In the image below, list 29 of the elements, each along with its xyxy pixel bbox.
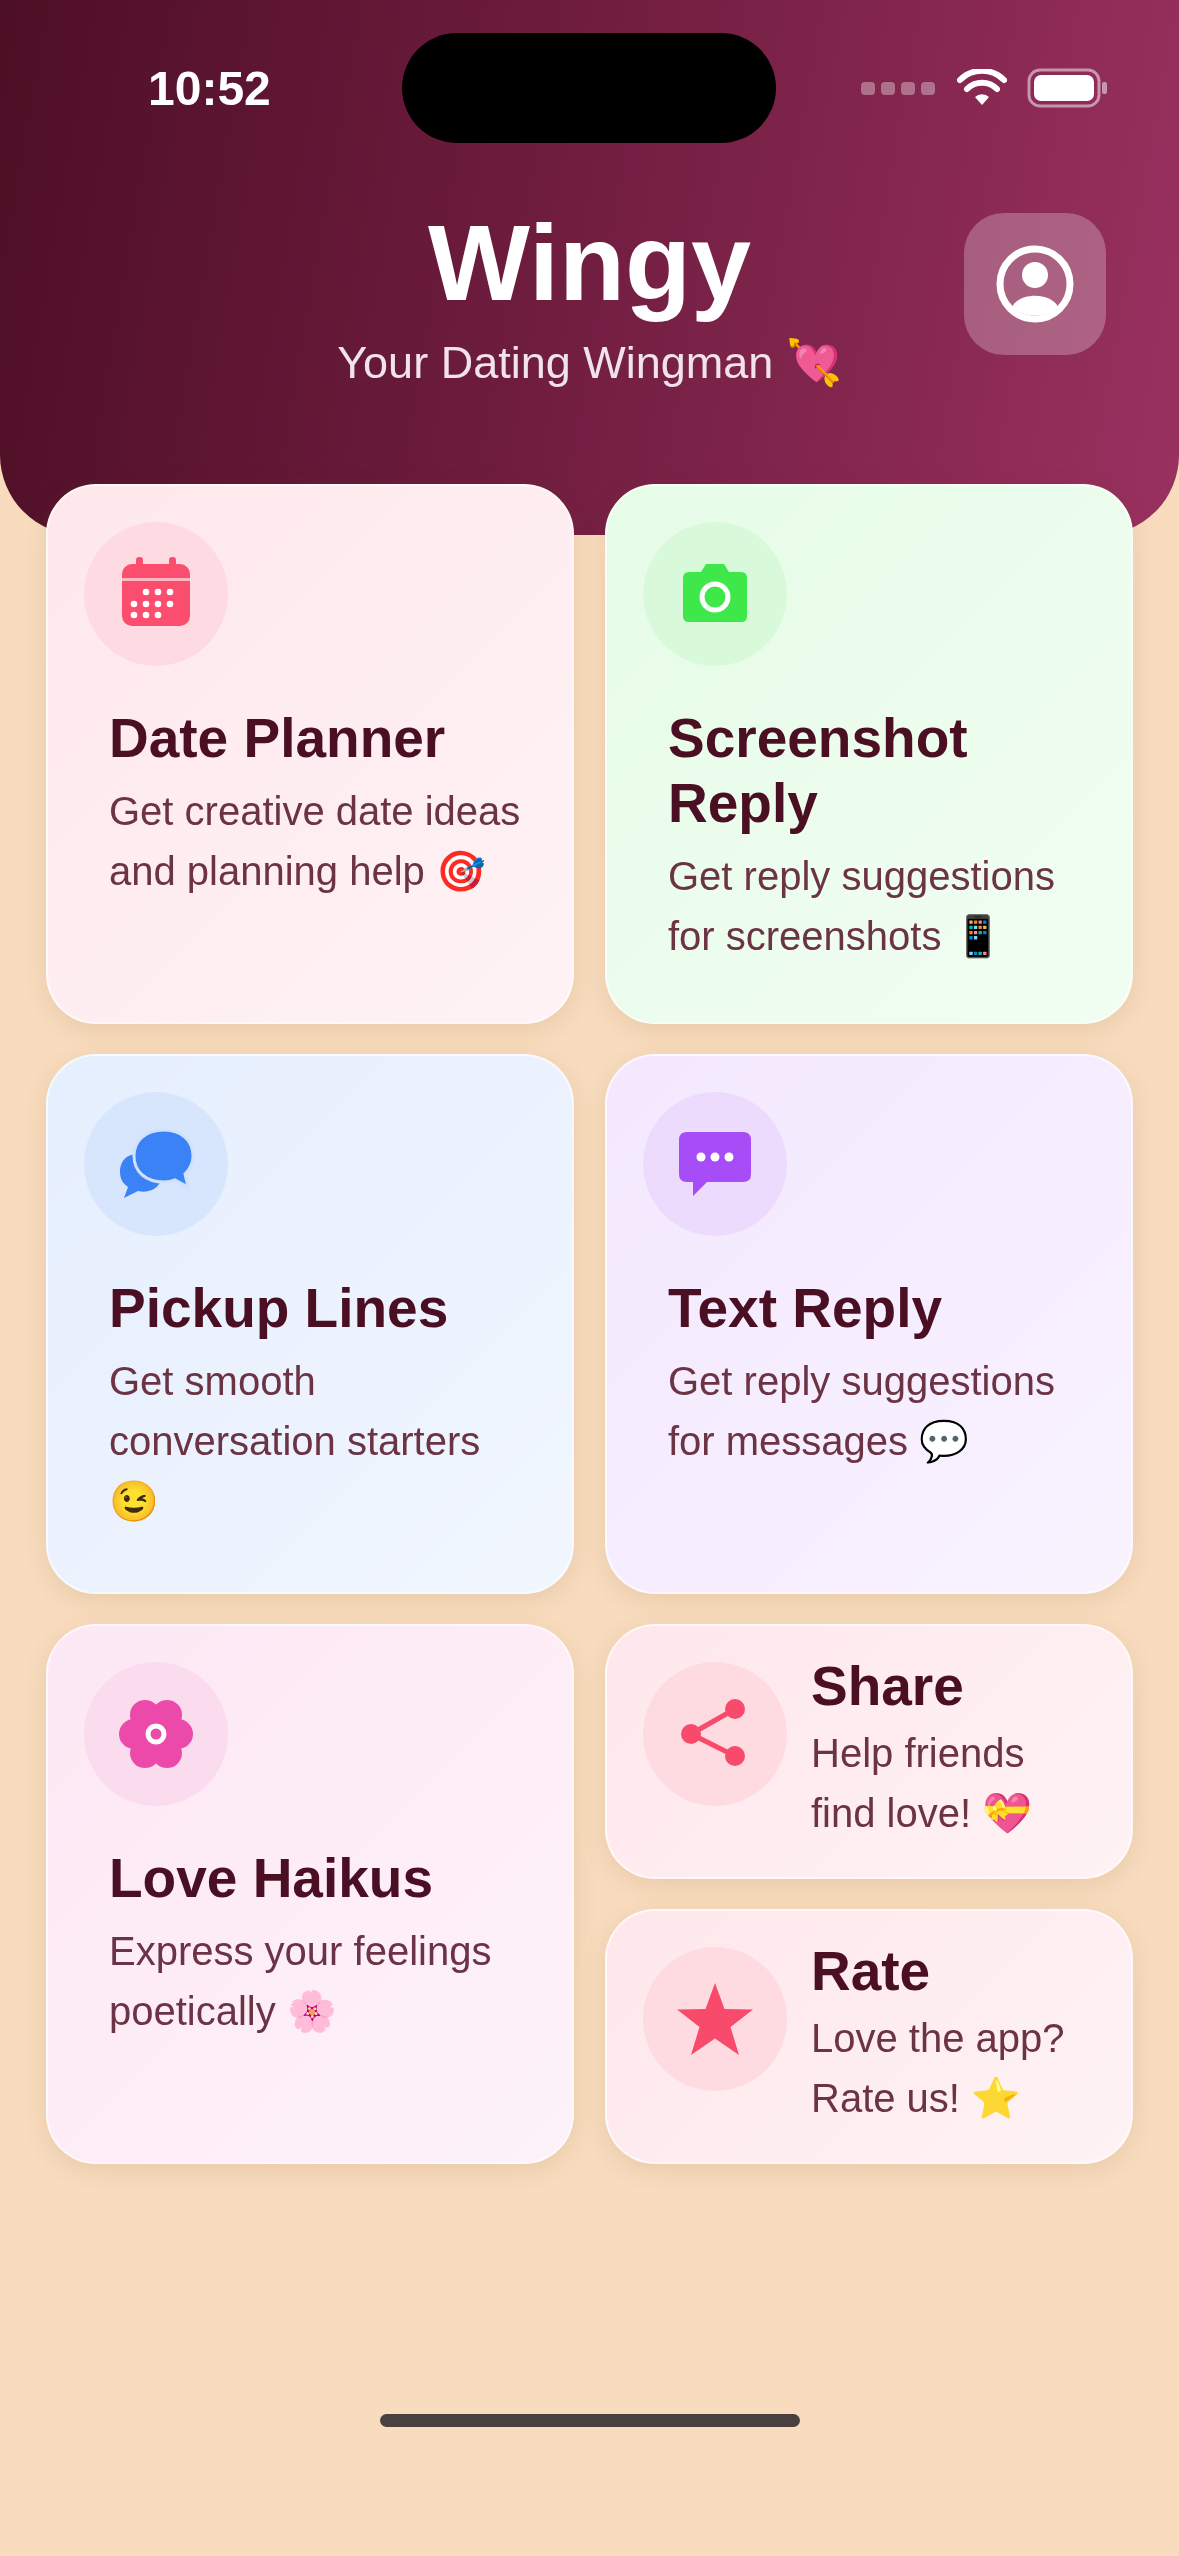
card-title: Rate (811, 1939, 932, 2004)
feature-card[interactable]: Date Planner Get creative date ideas and planning help 🎯 (46, 484, 574, 1024)
feature-card[interactable]: Pickup Lines Get smooth conversation starters 😉 (46, 1054, 574, 1594)
card-description: Get reply suggestions for messages 💬 (668, 1357, 1056, 1466)
card-title: Pickup Lines (109, 1276, 450, 1341)
feature-card[interactable]: Rate Love the app? Rate us! ⭐ (605, 1909, 1133, 2164)
card-title: Love Haikus (109, 1846, 434, 1911)
profile-icon (995, 244, 1075, 324)
feature-card[interactable]: Text Reply Get reply suggestions for messages 💬 (605, 1054, 1133, 1594)
signal-icon (861, 80, 937, 96)
card-description: Get creative date ideas and planning help 🎯 (109, 787, 522, 895)
feature-card[interactable]: Love Haikus Express your feelings poetically 🌸 (46, 1624, 574, 2164)
status-time: 10:52 (148, 60, 271, 116)
app-title: Wingy (428, 201, 751, 325)
profile-button[interactable] (964, 213, 1106, 355)
card-title: Share (811, 1654, 965, 1719)
card-title: Text Reply (668, 1276, 944, 1341)
card-description: Express your feelings poetically 🌸 (109, 1927, 493, 2035)
app-subtitle: Your Dating Wingman 💘 (337, 335, 842, 389)
wifi-icon (957, 69, 1007, 107)
feature-card[interactable]: Screenshot Reply Get reply suggestions for screenshots 📱 (605, 484, 1133, 1024)
card-description: Get reply suggestions for screenshots 📱 (668, 852, 1056, 961)
card-description: Love the app? Rate us! ⭐ (811, 2014, 1066, 2122)
battery-icon (1027, 68, 1109, 108)
card-title: Screenshot Reply (668, 706, 969, 836)
card-description: Get smooth conversation starters 😉 (109, 1357, 482, 1525)
card-description: Help friends find love! 💝 (811, 1729, 1034, 1837)
feature-card[interactable]: Share Help friends find love! 💝 (605, 1624, 1133, 1879)
card-title: Date Planner (109, 706, 447, 771)
